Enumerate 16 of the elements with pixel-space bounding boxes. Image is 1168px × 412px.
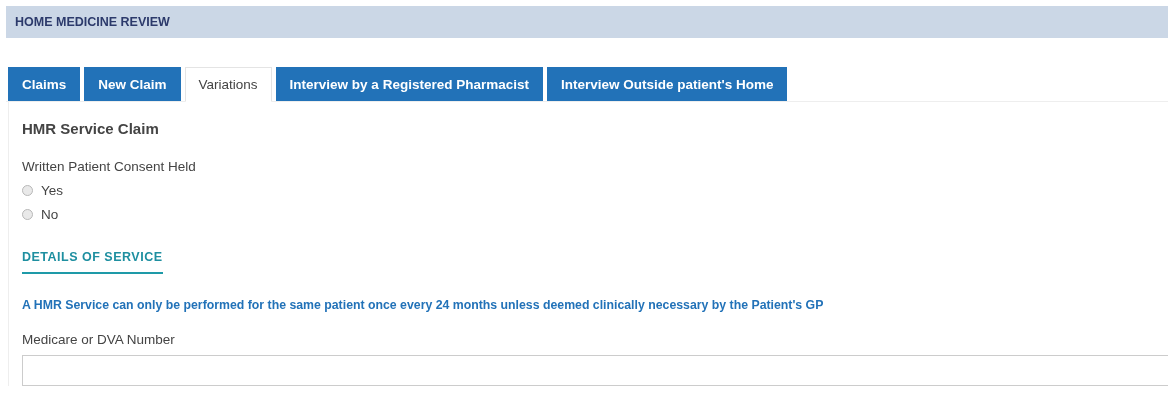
radio-label[interactable]: No — [41, 207, 59, 222]
page-title: HOME MEDICINE REVIEW — [15, 15, 170, 29]
tab[interactable]: Variations — [184, 67, 272, 102]
tab[interactable]: Claims — [8, 67, 81, 101]
field-label: Medicare or DVA Number — [22, 332, 176, 347]
notice-text: A HMR Service can only be performed for the same patient once every 24 months unless deemed clinically necessary by the Patient's GP — [22, 298, 825, 312]
tab[interactable]: New Claim — [84, 67, 181, 101]
field-label: Written Patient Consent Held — [22, 159, 197, 174]
radio-button[interactable] — [22, 209, 33, 220]
tab[interactable]: Interview Outside patient's Home — [546, 67, 788, 101]
input-field[interactable] — [22, 355, 1168, 386]
radio-button[interactable] — [22, 185, 33, 196]
radio-label[interactable]: Yes — [41, 183, 64, 198]
form-title: HMR Service Claim — [22, 120, 160, 137]
section-heading: DETAILS OF SERVICE — [22, 250, 163, 274]
tab[interactable]: Interview by a Registered Pharmacist — [275, 67, 543, 101]
